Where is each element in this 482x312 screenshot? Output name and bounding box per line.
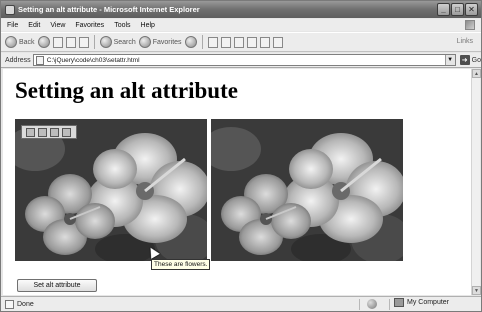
save-icon[interactable] (26, 127, 35, 137)
toolbar-separator (93, 35, 95, 49)
security-icon (367, 299, 377, 309)
browser-window: Setting an alt attribute - Microsoft Int… (0, 0, 482, 312)
menu-favorites[interactable]: Favorites (75, 22, 104, 29)
page-icon (35, 55, 44, 65)
window-controls: _ □ ✕ (437, 3, 478, 16)
windows-logo-icon (465, 20, 475, 30)
search-button[interactable]: Search (99, 36, 136, 48)
flower-image[interactable] (211, 119, 403, 261)
maximize-icon[interactable]: □ (451, 3, 464, 16)
menu-tools[interactable]: Tools (114, 22, 130, 29)
go-button[interactable]: ➜ Go (459, 55, 481, 65)
address-input[interactable]: C:\jQuery\code\ch03\setattr.html ▼ (32, 54, 456, 66)
page-content: Setting an alt attribute These are flowe… (3, 69, 473, 295)
go-label: Go (471, 56, 481, 64)
scroll-up-icon[interactable]: ▲ (472, 69, 481, 78)
standard-toolbar: Back Search Favorites (1, 32, 481, 52)
search-label: Search (113, 38, 136, 46)
messenger-icon[interactable] (272, 36, 283, 48)
favorites-icon (138, 36, 151, 48)
status-divider (359, 299, 360, 310)
title-bar: Setting an alt attribute - Microsoft Int… (1, 1, 481, 18)
favorites-button[interactable]: Favorites (138, 36, 182, 48)
ie-logo-icon (5, 4, 15, 15)
page-status-icon (5, 299, 14, 309)
set-alt-attribute-button[interactable]: Set alt attribute (17, 279, 97, 292)
favorites-label: Favorites (152, 38, 182, 46)
folder-icon[interactable] (62, 127, 71, 137)
stop-icon[interactable] (52, 36, 63, 48)
toolbar-separator (201, 35, 203, 49)
edit-icon[interactable] (246, 36, 257, 48)
chevron-down-icon[interactable]: ▼ (444, 55, 455, 65)
menu-edit[interactable]: Edit (28, 22, 40, 29)
forward-icon (37, 36, 50, 48)
close-icon[interactable]: ✕ (465, 3, 478, 16)
hibiscus-photo (15, 119, 207, 261)
window-title: Setting an alt attribute - Microsoft Int… (18, 5, 200, 14)
print-icon[interactable] (38, 127, 47, 137)
address-label: Address (5, 56, 31, 64)
status-bar: Done My Computer (1, 296, 481, 311)
home-icon[interactable] (78, 36, 89, 48)
menu-bar: File Edit View Favorites Tools Help (1, 19, 481, 31)
scroll-down-icon[interactable]: ▼ (472, 286, 481, 295)
image-toolbar (21, 125, 77, 139)
hibiscus-photo (211, 119, 403, 261)
zone-label: My Computer (407, 299, 450, 306)
menu-help[interactable]: Help (141, 22, 155, 29)
security-zone: My Computer (394, 298, 449, 307)
print-icon[interactable] (233, 36, 244, 48)
mail-icon[interactable] (220, 36, 231, 48)
refresh-icon[interactable] (65, 36, 76, 48)
menu-view[interactable]: View (50, 22, 65, 29)
links-button[interactable]: Links (457, 38, 473, 45)
status-text: Done (17, 300, 34, 308)
search-icon (99, 36, 112, 48)
go-arrow-icon: ➜ (459, 55, 470, 65)
back-label: Back (19, 38, 35, 46)
computer-icon (394, 298, 404, 307)
address-bar: Address C:\jQuery\code\ch03\setattr.html… (1, 53, 481, 68)
flower-image[interactable] (15, 119, 207, 261)
forward-button[interactable] (37, 36, 50, 48)
back-icon (5, 36, 17, 48)
menu-file[interactable]: File (7, 22, 18, 29)
vertical-scrollbar[interactable]: ▲ ▼ (471, 69, 481, 295)
media-icon[interactable] (184, 36, 197, 48)
minimize-icon[interactable]: _ (437, 3, 450, 16)
alt-tooltip: These are flowers. (151, 259, 211, 270)
back-button[interactable]: Back (5, 36, 35, 48)
address-value: C:\jQuery\code\ch03\setattr.html (46, 56, 140, 64)
discuss-icon[interactable] (259, 36, 270, 48)
history-icon[interactable] (207, 36, 218, 48)
status-divider (389, 299, 390, 310)
mail-icon[interactable] (50, 127, 59, 137)
page-title: Setting an alt attribute (15, 78, 238, 103)
